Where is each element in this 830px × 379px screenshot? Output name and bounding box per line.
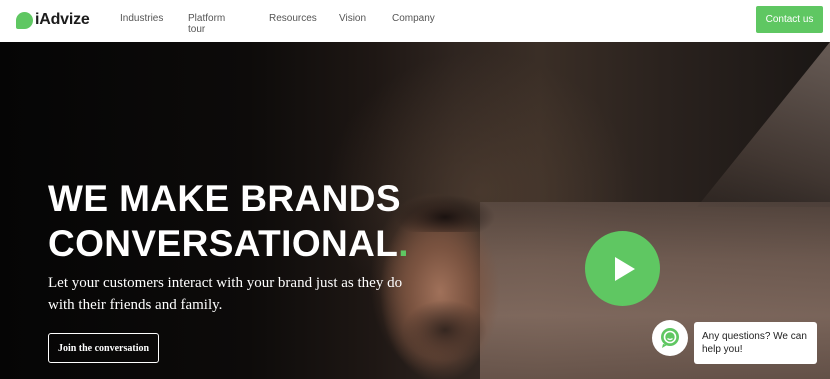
contact-us-button[interactable]: Contact us: [756, 6, 823, 33]
video-play-button[interactable]: [585, 231, 660, 306]
chat-launcher[interactable]: [652, 320, 688, 356]
hero-headline: WE MAKE BRANDS CONVERSATIONAL.: [48, 176, 468, 266]
hero-headline-line2: CONVERSATIONAL: [48, 223, 399, 264]
background-light-top: [697, 42, 830, 207]
nav-item-vision[interactable]: Vision: [339, 13, 366, 24]
nav-item-company[interactable]: Company: [392, 13, 435, 24]
hero-headline-dot: .: [398, 223, 409, 264]
nav-item-industries[interactable]: Industries: [120, 13, 163, 24]
nav-item-resources[interactable]: Resources: [269, 13, 317, 24]
hero-headline-line1: WE MAKE BRANDS: [48, 178, 401, 219]
chat-bubble-icon: [661, 328, 679, 348]
logo-speech-bubble-icon: [16, 11, 33, 29]
play-icon: [615, 256, 635, 281]
nav-item-platform-tour[interactable]: Platform tour: [188, 13, 225, 35]
brand-logo[interactable]: iAdvize: [16, 11, 90, 29]
chat-prompt-bubble[interactable]: Any questions? We can help you!: [694, 322, 817, 364]
top-navigation-bar: iAdvize Industries Platform tour Resourc…: [0, 0, 830, 42]
hero-subtext: Let your customers interact with your br…: [48, 275, 403, 313]
join-conversation-button[interactable]: Join the conversation: [48, 333, 159, 363]
brand-name: iAdvize: [35, 11, 90, 28]
